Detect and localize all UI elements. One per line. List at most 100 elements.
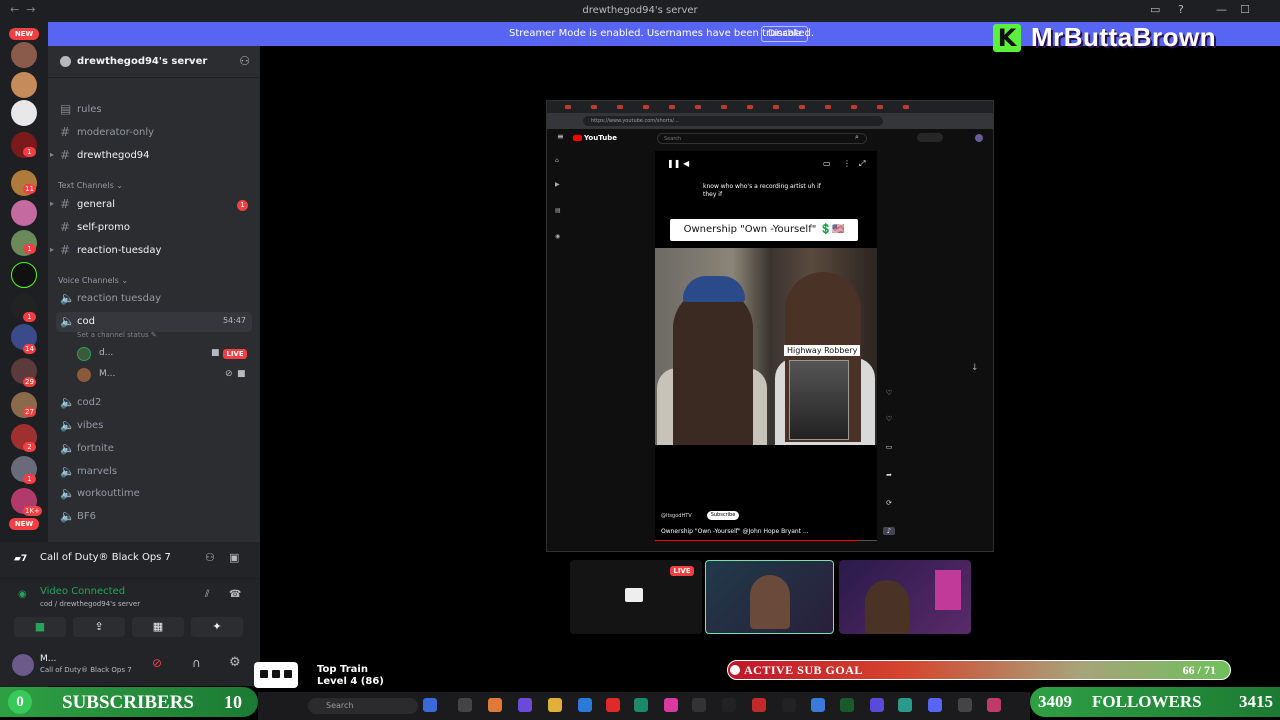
window-title: drewthegod94's server [582, 5, 698, 16]
kick-server-icon[interactable] [11, 262, 37, 288]
search-icon: ⌕ [855, 133, 859, 141]
voice-workouttime[interactable]: 🔈 workouttime [56, 484, 252, 504]
store-icon[interactable] [578, 698, 592, 712]
speaker-icon: 🔈 [60, 464, 75, 478]
app-icon[interactable] [840, 698, 854, 712]
game-title: Call of Duty® Black Ops 7 [40, 552, 171, 563]
maximize-icon[interactable]: ☐ [1240, 3, 1250, 16]
channel-general[interactable]: ▸ # general 1 [50, 195, 252, 215]
discord-icon[interactable] [928, 698, 942, 712]
followers-goal: 3415 [1239, 692, 1273, 711]
voice-cod[interactable]: 🔈 cod 54:47 [56, 312, 252, 332]
disconnect-icon[interactable]: ☎ [229, 589, 241, 600]
speaker-icon: 🔈 [60, 441, 75, 455]
inbox-icon[interactable]: ▭ [1150, 3, 1160, 16]
screen-share-icon[interactable]: ▣ [229, 551, 239, 564]
scroll-down-icon: ↓ [971, 363, 979, 373]
captions-icon: ▭ [823, 159, 831, 168]
terminal-icon[interactable] [634, 698, 648, 712]
goal-dot-icon [730, 665, 740, 675]
channel-reaction-tuesday[interactable]: ▸ # reaction-tuesday [50, 241, 252, 261]
mic-muted-icon[interactable]: ⊘ [152, 656, 162, 670]
task-view-icon[interactable] [458, 698, 472, 712]
server-header[interactable]: drewthegod94's server ⌄ ⚇ [48, 46, 260, 78]
user-plus-icon[interactable]: ⚇ [205, 551, 215, 564]
app-icon[interactable] [870, 698, 884, 712]
sound-icon: ♪ [883, 527, 895, 535]
noise-suppression-icon[interactable]: ⫽ [205, 589, 209, 600]
category-text-channels[interactable]: Text Channels ⌄ [58, 181, 123, 190]
avatar[interactable] [12, 654, 34, 676]
app-icon[interactable] [958, 698, 972, 712]
voice-cod2[interactable]: 🔈 cod2 [56, 393, 252, 413]
server-badge: 1 [23, 147, 36, 157]
tab-icon [773, 105, 779, 109]
disable-button[interactable]: Disable [761, 26, 809, 42]
tab-icon [591, 105, 597, 109]
remix-icon: ⟳ [886, 499, 892, 507]
file-explorer-icon[interactable] [548, 698, 562, 712]
edge-icon[interactable] [811, 698, 825, 712]
taskbar-search[interactable]: Search [308, 698, 418, 714]
screen-share-button[interactable]: ⇪ [73, 617, 125, 637]
voice-user[interactable]: M... ⊘ ■ [77, 366, 247, 384]
app-icon[interactable] [752, 698, 766, 712]
headphones-icon[interactable]: ∩ [192, 656, 201, 670]
fullscreen-icon: ⤢ [859, 159, 866, 168]
server-badge: 27 [23, 407, 36, 417]
tab-icon [669, 105, 675, 109]
video-title-card: Ownership "Own -Yourself" 💲🇺🇸 [670, 219, 858, 241]
x-icon[interactable] [782, 698, 796, 712]
youtube-search: Search [657, 133, 867, 144]
server-icon[interactable] [11, 72, 37, 98]
activities-button[interactable]: ▦ [132, 617, 184, 637]
minimize-icon[interactable]: — [1216, 3, 1227, 16]
cam-tile-user1[interactable] [705, 560, 834, 634]
voice-duration: 54:47 [222, 316, 246, 325]
app-icon[interactable] [692, 698, 706, 712]
settings-gear-icon[interactable]: ⚙ [229, 655, 241, 670]
app-icon[interactable] [518, 698, 532, 712]
server-icon[interactable] [11, 42, 37, 68]
video-progress-fill [655, 540, 860, 541]
voice-user[interactable]: d... ■ LIVE [77, 345, 247, 363]
hash-icon: # [60, 243, 71, 257]
voice-marvels[interactable]: 🔈 marvels [56, 462, 252, 482]
train-icon [254, 662, 298, 688]
video-caption: know who who's a recording artist uh if … [703, 183, 821, 198]
chrome-icon[interactable] [898, 698, 912, 712]
widgets-icon[interactable] [423, 698, 437, 712]
channel-handle: @ItsgodHTV [661, 513, 692, 519]
voice-reaction-tuesday[interactable]: 🔈 reaction tuesday [56, 289, 252, 309]
cam-tile-user2[interactable] [839, 560, 971, 634]
app-icon[interactable] [664, 698, 678, 712]
soundboard-button[interactable]: ✦ [191, 617, 243, 637]
kick-logo-icon: K [993, 24, 1021, 52]
app-icon[interactable] [987, 698, 1001, 712]
home-icon: ⌂ [555, 157, 559, 164]
server-badge: 1 [23, 312, 36, 322]
camera-button[interactable]: ■ [14, 617, 66, 637]
category-voice-channels[interactable]: Voice Channels ⌄ [58, 276, 128, 285]
channel-status[interactable]: Set a channel status ✎ [77, 331, 157, 339]
channel-drewthegod94[interactable]: ▸ # drewthegod94 [50, 146, 252, 166]
invite-people-icon[interactable]: ⚇ [239, 54, 250, 68]
server-icon[interactable] [11, 200, 37, 226]
video-progress [655, 540, 877, 541]
cam-tile-screen[interactable]: LIVE [570, 560, 702, 634]
youtube-icon[interactable] [606, 698, 620, 712]
username: M... [40, 654, 57, 664]
voice-bf6[interactable]: 🔈 BF6 [56, 507, 252, 527]
channel-rules[interactable]: ▤ rules [56, 100, 252, 120]
capcut-icon[interactable] [722, 698, 736, 712]
server-icon[interactable] [11, 100, 37, 126]
channel-self-promo[interactable]: # self-promo [56, 218, 252, 238]
person-left [673, 288, 753, 445]
voice-fortnite[interactable]: 🔈 fortnite [56, 439, 252, 459]
channel-moderator-only[interactable]: # moderator-only [56, 123, 252, 143]
help-icon[interactable]: ? [1178, 3, 1184, 16]
voice-vibes[interactable]: 🔈 vibes [56, 416, 252, 436]
live-badge: LIVE [670, 566, 694, 576]
copilot-icon[interactable] [488, 698, 502, 712]
stream-preview[interactable]: https://www.youtube.com/shorts/... ≡ You… [546, 100, 994, 552]
